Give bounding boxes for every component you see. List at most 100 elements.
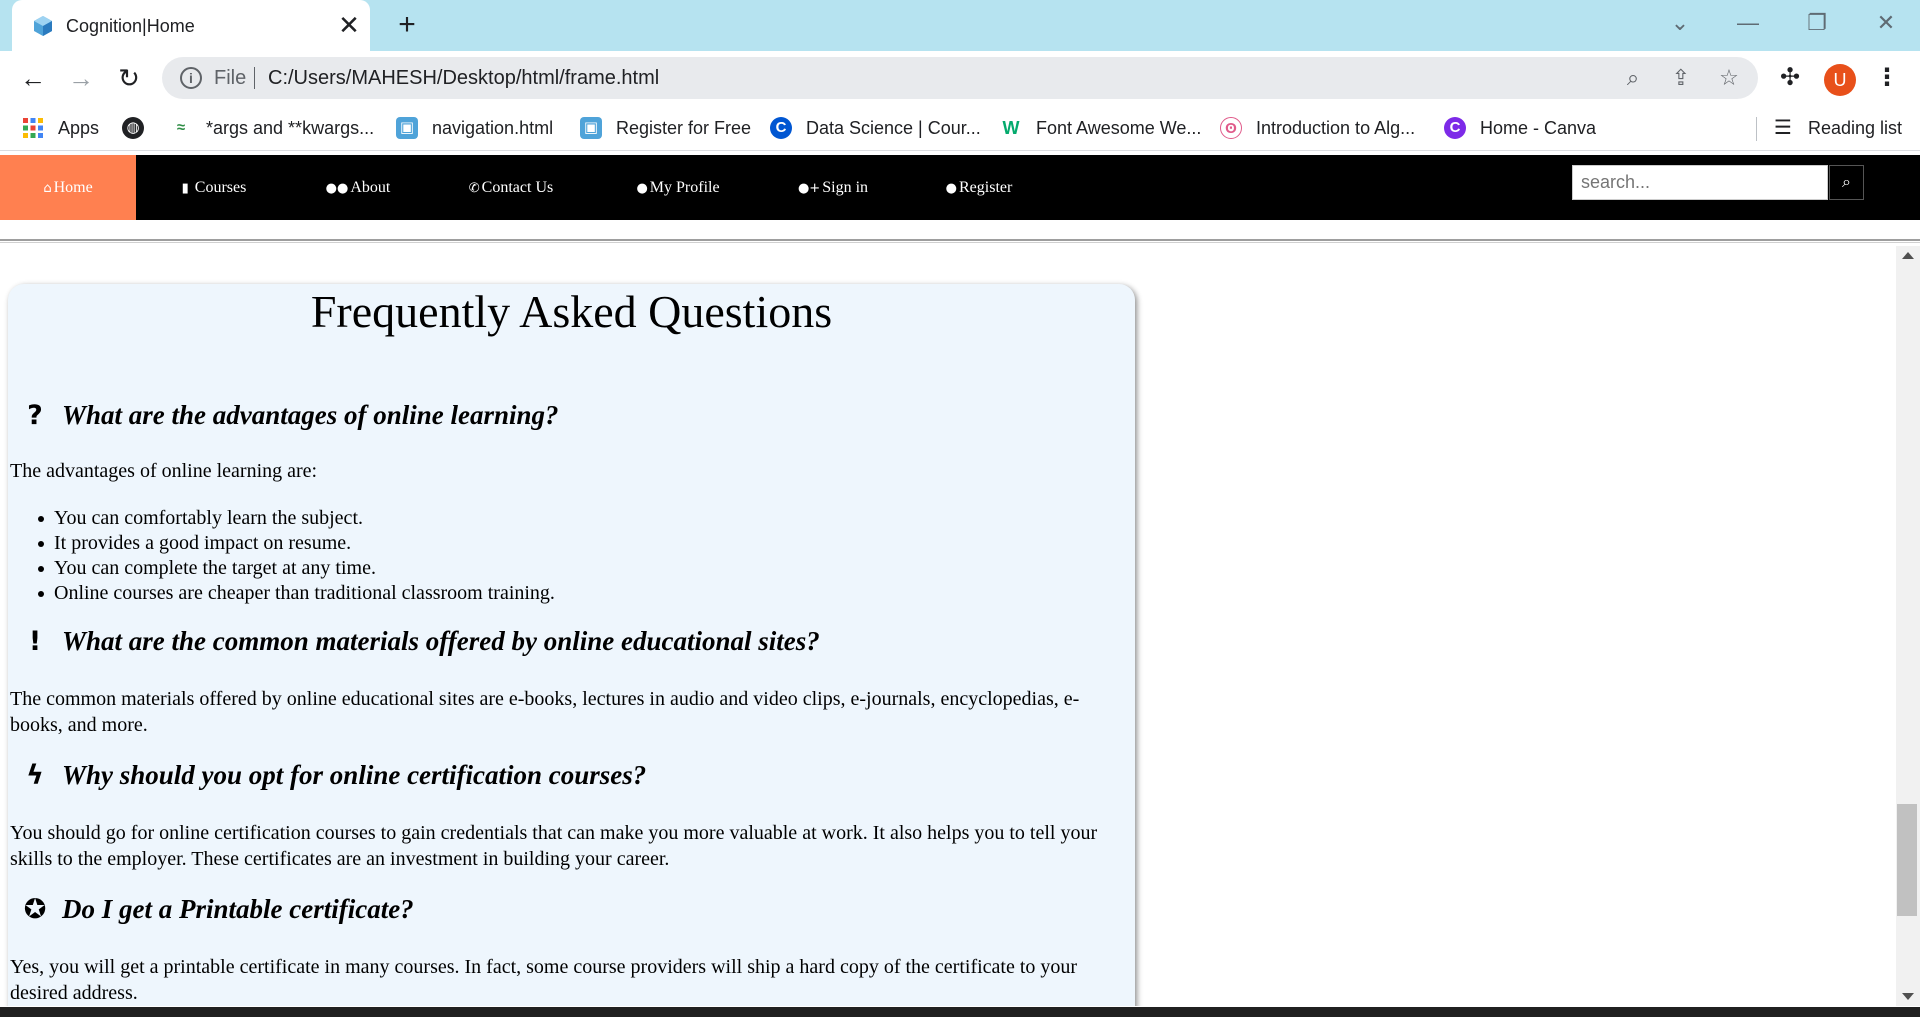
bookmark-canva[interactable]: C Home - Canva	[1444, 113, 1596, 143]
faq-answer-1-intro: The advantages of online learning are:	[10, 460, 318, 482]
new-tab-button[interactable]: +	[392, 10, 422, 40]
minimize-icon[interactable]: —	[1733, 8, 1763, 38]
search-button[interactable]: ⌕	[1829, 165, 1864, 200]
bookmark-label: Introduction to Alg...	[1256, 117, 1416, 138]
browser-tab[interactable]: Cognition|Home ✕	[12, 0, 370, 51]
bookmark-star-icon[interactable]: ☆	[1716, 65, 1742, 91]
phone-icon: ✆	[468, 181, 480, 196]
tab-strip: Cognition|Home ✕ + ⌄ — ❐ ✕	[0, 0, 1920, 51]
tab-title: Cognition|Home	[66, 16, 195, 36]
reading-list-button[interactable]: ☰ Reading list	[1772, 113, 1902, 143]
close-window-icon[interactable]: ✕	[1871, 8, 1901, 38]
faq-question-4: ✪ Do I get a Printable certificate?	[20, 894, 414, 925]
bookmark-args-kwargs[interactable]: ≈ *args and **kwargs...	[170, 113, 374, 143]
faq-answer-3: You should go for online certification c…	[10, 822, 1098, 870]
bookmark-apps[interactable]: Apps	[22, 113, 99, 143]
cube-icon: ▣	[580, 117, 602, 139]
nav-about[interactable]: ●● About	[310, 155, 406, 220]
frame-scrollbar[interactable]	[1896, 246, 1920, 1006]
nav-home[interactable]: ⌂ Home	[0, 155, 136, 220]
browser-toolbar: ← → ↻ i File C:/Users/MAHESH/Desktop/htm…	[0, 51, 1920, 105]
list-item: You can complete the target at any time.	[38, 556, 555, 581]
forward-icon[interactable]: →	[64, 61, 98, 95]
nav-my-profile-label: My Profile	[649, 179, 720, 196]
scrollbar-thumb[interactable]	[1897, 804, 1917, 916]
search-icon: ⌕	[1842, 174, 1851, 191]
nav-register[interactable]: ● Register	[936, 155, 1022, 220]
bookmark-introduction-alg[interactable]: ʘ Introduction to Alg...	[1220, 113, 1415, 143]
share-icon[interactable]: ⇪	[1668, 65, 1694, 91]
exclamation-icon: !	[28, 626, 42, 657]
list-item: It provides a good impact on resume.	[38, 531, 555, 556]
cube-icon: ▣	[396, 117, 418, 139]
site-navbar: ⌂ Home ▮ Courses ●● About ✆ Contact Us ● My …	[0, 155, 1920, 220]
faq-card: Frequently Asked Questions ? What are the…	[8, 284, 1135, 1006]
bolt-icon: ϟ	[26, 760, 44, 791]
url-text[interactable]: C:/Users/MAHESH/Desktop/html/frame.html	[268, 67, 659, 90]
user-icon: ●	[636, 181, 648, 196]
apps-grid-icon	[22, 117, 44, 139]
bookmark-label: Font Awesome We...	[1036, 117, 1202, 138]
bookmark-label: Data Science | Cour...	[806, 117, 981, 138]
back-icon[interactable]: ←	[16, 61, 50, 95]
bookmark-label: Apps	[58, 117, 100, 138]
profile-avatar[interactable]: U	[1824, 64, 1856, 96]
faq-title: Frequently Asked Questions	[310, 286, 833, 337]
nav-courses[interactable]: ▮ Courses	[156, 155, 272, 220]
nav-contact[interactable]: ✆ Contact Us	[458, 155, 564, 220]
bookmark-font-awesome[interactable]: W Font Awesome We...	[1000, 113, 1202, 143]
scroll-up-icon[interactable]	[1902, 252, 1914, 259]
zoom-icon[interactable]: ⌕	[1620, 65, 1646, 91]
bookmarks-separator	[1756, 117, 1757, 141]
content-frame: Frequently Asked Questions ? What are the…	[0, 246, 1896, 1006]
bookmark-label: Home - Canva	[1480, 117, 1597, 138]
globe-icon: ◍	[122, 117, 144, 139]
site-search-input[interactable]	[1572, 165, 1828, 200]
bookmark-navigation[interactable]: ▣ navigation.html	[396, 113, 553, 143]
bookmark-data-science[interactable]: C Data Science | Cour...	[770, 113, 981, 143]
reload-icon[interactable]: ↻	[112, 61, 146, 95]
w3schools-icon: W	[1002, 118, 1020, 138]
faq-question-2: ! What are the common materials offered b…	[20, 626, 820, 657]
canva-icon: C	[1444, 117, 1466, 139]
bookmark-label: Register for Free	[616, 117, 752, 138]
nav-sign-in-label: Sign in	[822, 179, 869, 196]
nav-courses-label: Courses	[190, 179, 247, 196]
tab-close-icon[interactable]: ✕	[336, 12, 362, 38]
url-separator	[254, 67, 255, 89]
bookmark-label: *args and **kwargs...	[206, 117, 375, 138]
brain-icon: ʘ	[1220, 117, 1242, 139]
book-icon: ▮	[181, 181, 189, 196]
nav-contact-label: Contact Us	[481, 179, 554, 196]
bookmarks-bar: Apps ◍ ≈ *args and **kwargs... ▣ navigat…	[0, 105, 1920, 151]
site-info-icon[interactable]: i	[180, 67, 202, 89]
nav-sign-in[interactable]: ●+ Sign in	[790, 155, 876, 220]
bookmark-globe[interactable]: ◍	[122, 113, 158, 143]
faq-question-text: Why should you opt for online certificat…	[62, 760, 647, 790]
faq-question-3: ϟ Why should you opt for online certifica…	[20, 760, 646, 791]
tab-search-icon[interactable]: ⌄	[1665, 8, 1695, 38]
browser-menu-icon[interactable]: ⋮	[1874, 64, 1900, 92]
taskbar-edge	[0, 1007, 1920, 1017]
bookmark-label: navigation.html	[432, 117, 554, 138]
extensions-icon[interactable]: ✣	[1776, 64, 1804, 92]
nav-home-label: Home	[53, 179, 93, 196]
users-icon: ●●	[325, 181, 349, 196]
faq-question-text: What are the common materials offered by…	[62, 626, 820, 656]
bookmark-register[interactable]: ▣ Register for Free	[580, 113, 751, 143]
faq-question-1: ? What are the advantages of online learn…	[20, 400, 558, 431]
question-icon: ?	[27, 400, 43, 431]
nav-my-profile[interactable]: ● My Profile	[624, 155, 732, 220]
scroll-down-icon[interactable]	[1902, 993, 1914, 1000]
coursera-icon: C	[770, 117, 792, 139]
restore-icon[interactable]: ❐	[1802, 8, 1832, 38]
medal-icon: ✪	[23, 894, 47, 925]
list-item: You can comfortably learn the subject.	[38, 506, 555, 531]
geeksforgeeks-icon: ≈	[176, 119, 186, 136]
faq-answer-4: Yes, you will get a printable certificat…	[10, 956, 1078, 1004]
faq-question-text: Do I get a Printable certificate?	[62, 894, 414, 924]
address-bar[interactable]: i File C:/Users/MAHESH/Desktop/html/fram…	[162, 57, 1758, 99]
url-scheme-label: File	[214, 67, 247, 89]
nav-about-label: About	[350, 179, 391, 196]
faq-answer-2: The common materials offered by online e…	[10, 688, 1080, 736]
